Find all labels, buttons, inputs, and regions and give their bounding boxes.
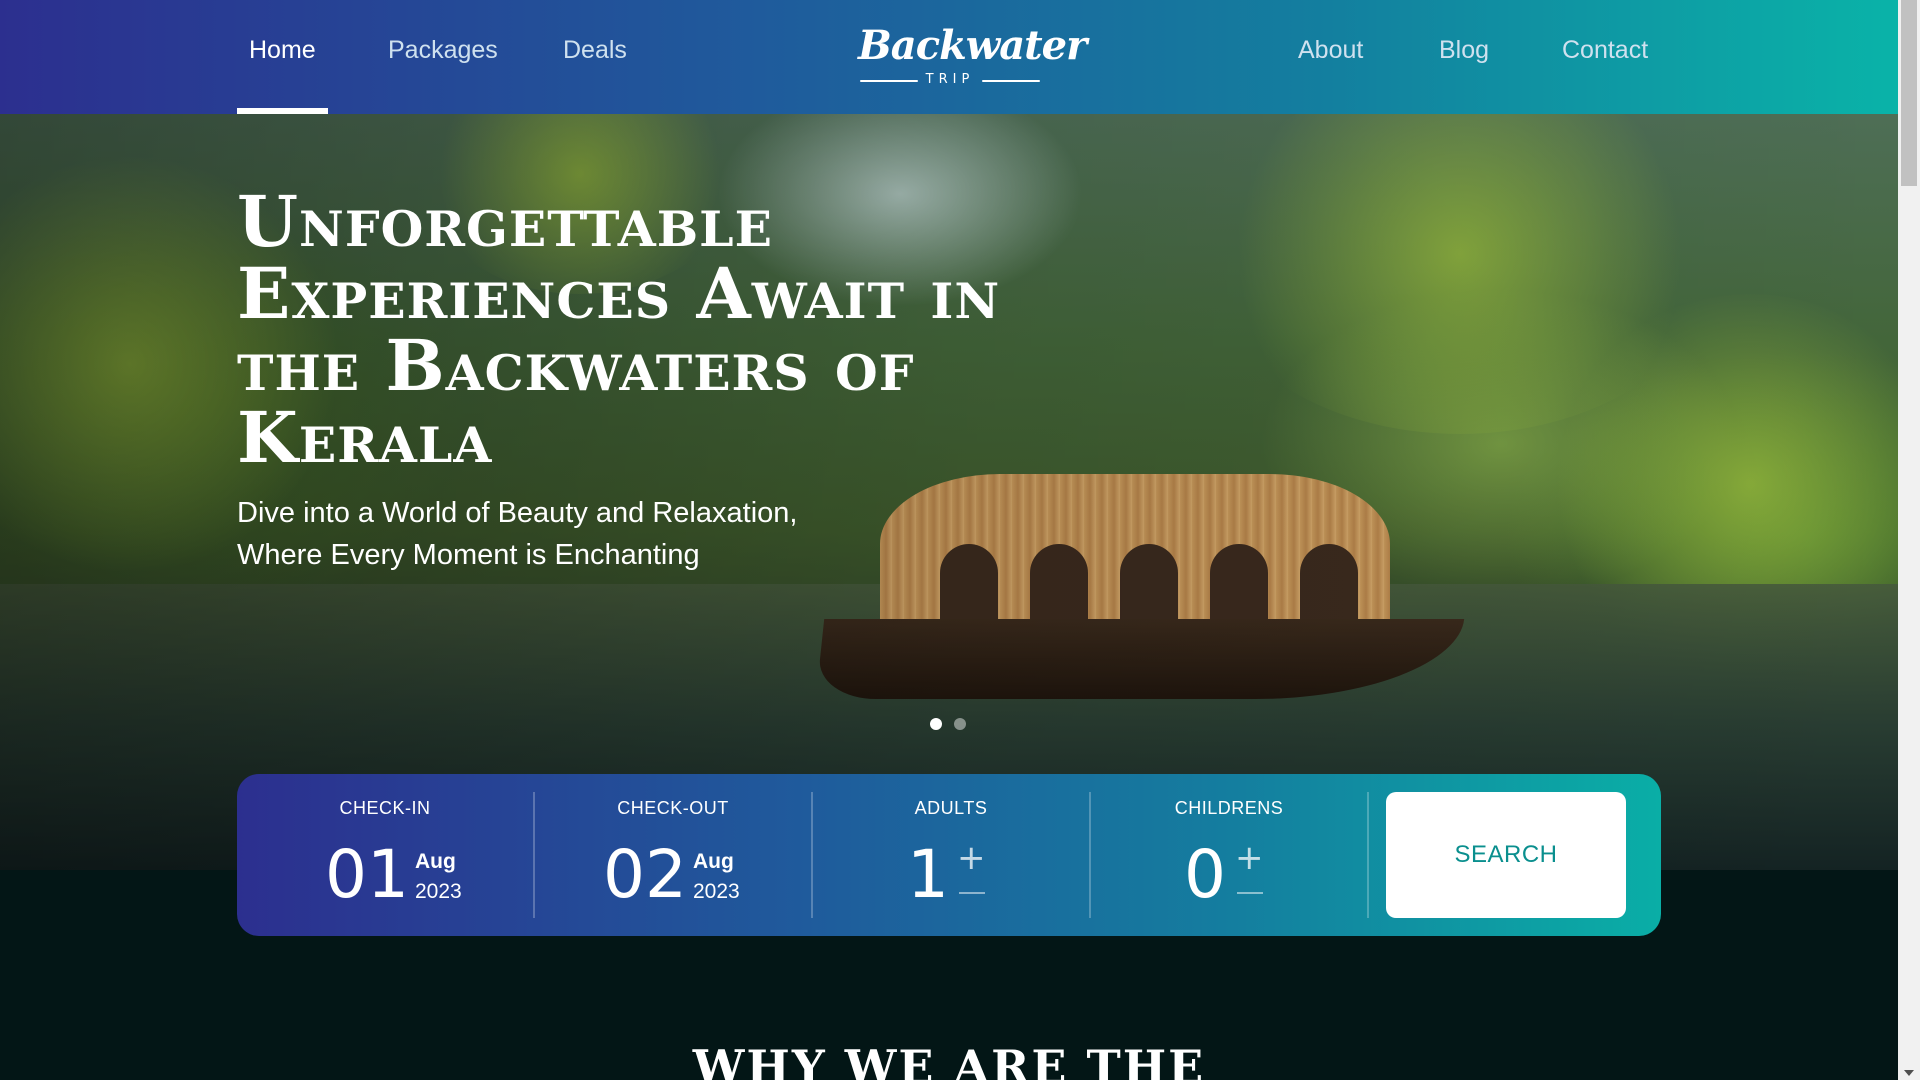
checkin-label: CHECK-IN xyxy=(339,798,431,818)
adults-minus-icon[interactable] xyxy=(959,892,985,894)
nav-about[interactable]: About xyxy=(1298,36,1363,65)
checkout-label: CHECK-OUT xyxy=(617,798,729,818)
why-title: WHY WE ARE THE xyxy=(692,1040,1206,1080)
checkout-field[interactable]: CHECK-OUT 02 Aug 2023 xyxy=(535,774,811,936)
slider-dot-1[interactable] xyxy=(930,718,942,730)
checkin-day: 01 xyxy=(325,836,409,913)
checkin-field[interactable]: CHECK-IN 01 Aug 2023 xyxy=(237,774,533,936)
children-minus-icon[interactable] xyxy=(1237,892,1263,894)
children-count: 0 xyxy=(1184,836,1226,913)
children-field: CHILDRENS 0 + xyxy=(1091,774,1367,936)
nav-packages[interactable]: Packages xyxy=(388,36,498,65)
adults-count: 1 xyxy=(907,836,949,913)
logo-line-right xyxy=(982,80,1040,82)
checkout-month: Aug xyxy=(693,850,734,873)
top-navbar: Home Packages Deals Backwater TRIP About… xyxy=(0,0,1898,114)
hero-subtitle: Dive into a World of Beauty and Relaxati… xyxy=(237,497,798,571)
site-logo[interactable]: Backwater TRIP xyxy=(858,22,1087,92)
page-scrollbar[interactable] xyxy=(1898,0,1920,1080)
children-plus-icon[interactable]: + xyxy=(1235,838,1264,878)
scrollbar-thumb[interactable] xyxy=(1901,0,1917,186)
booking-divider xyxy=(1367,792,1369,918)
hero-section: Unforgettable Experiences Await in the B… xyxy=(0,114,1898,870)
checkout-day: 02 xyxy=(603,836,687,913)
slider-dot-2[interactable] xyxy=(954,718,966,730)
checkin-month: Aug xyxy=(415,850,456,873)
nav-blog[interactable]: Blog xyxy=(1439,36,1489,65)
children-label: CHILDRENS xyxy=(1174,798,1284,818)
nav-home[interactable]: Home xyxy=(249,36,316,65)
nav-deals[interactable]: Deals xyxy=(563,36,627,65)
checkout-year: 2023 xyxy=(693,880,740,903)
page: Unforgettable Experiences Await in the B… xyxy=(0,0,1898,1080)
adults-field: ADULTS 1 + xyxy=(813,774,1089,936)
hero-title: Unforgettable Experiences Await in the B… xyxy=(237,180,1001,479)
adults-label: ADULTS xyxy=(914,798,988,818)
checkin-year: 2023 xyxy=(415,880,462,903)
scroll-down-icon[interactable] xyxy=(1904,1070,1914,1076)
adults-plus-icon[interactable]: + xyxy=(957,838,986,878)
nav-contact[interactable]: Contact xyxy=(1562,36,1648,65)
nav-active-indicator xyxy=(237,108,328,114)
search-button[interactable]: SEARCH xyxy=(1386,792,1626,918)
booking-bar: CHECK-IN 01 Aug 2023 CHECK-OUT 02 Aug 20… xyxy=(237,774,1661,936)
logo-wordmark: Backwater xyxy=(858,22,1087,69)
